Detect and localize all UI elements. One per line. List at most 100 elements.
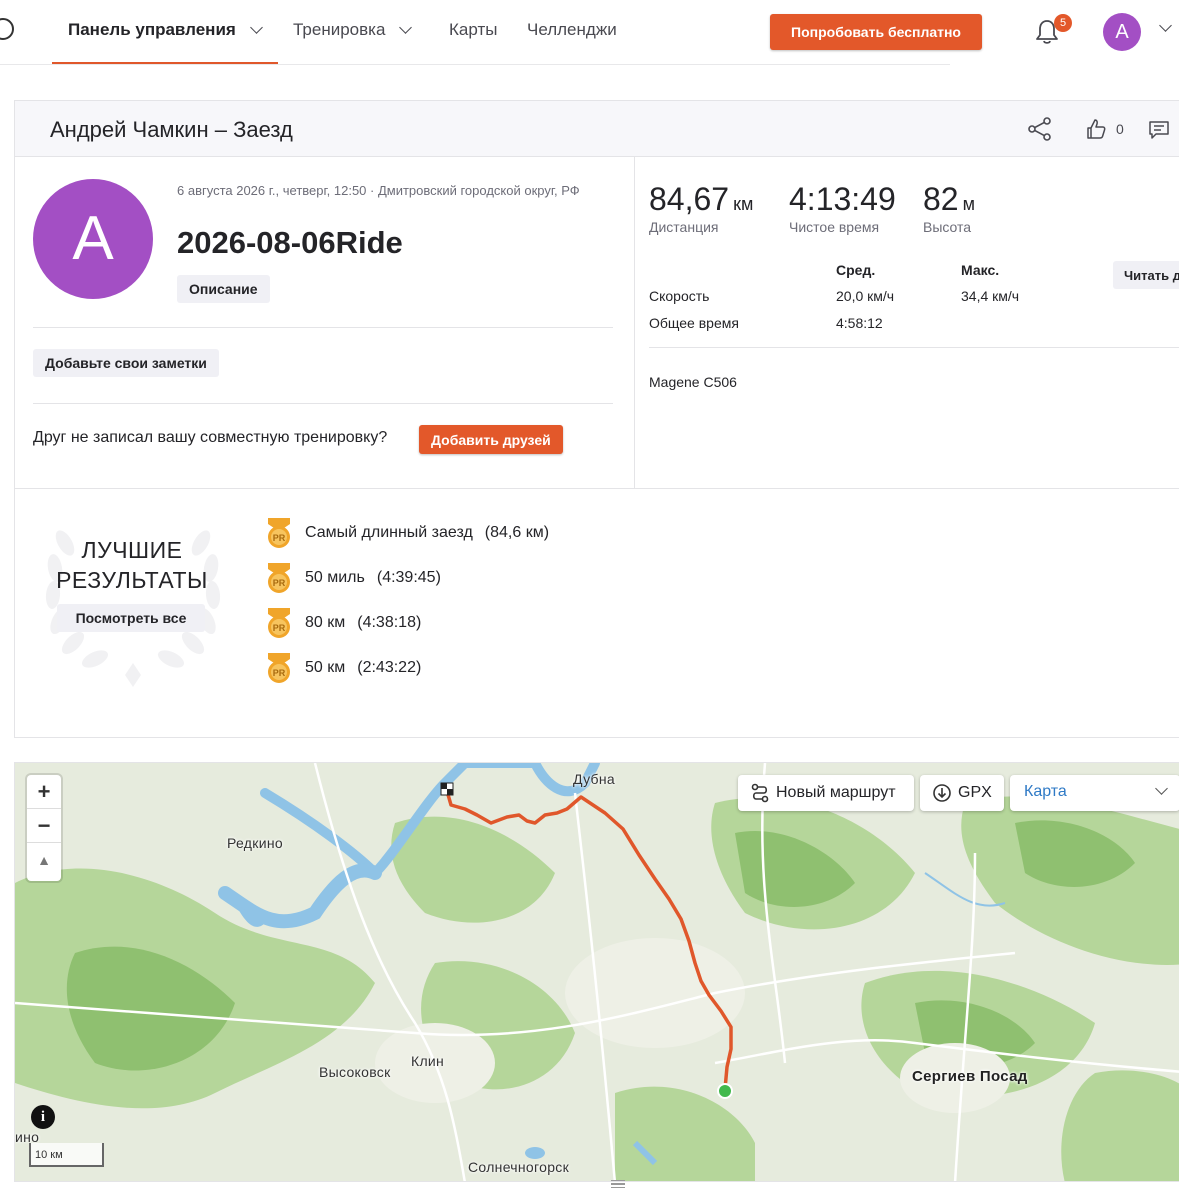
elapsed-time-label: Общее время [649,315,739,331]
route-map[interactable]: + − ▲ Новый маршрут GPX Карта Дубна Редк… [14,762,1179,1182]
new-route-label: Новый маршрут [776,784,896,801]
page-title: Андрей Чамкин – Заезд [50,117,293,142]
speed-max: 34,4 км/ч [961,288,1020,304]
pr-item[interactable]: PR 80 км (4:38:18) [265,607,421,639]
pr-medal-icon: PR [268,563,290,593]
comment-icon[interactable] [1148,120,1170,140]
chevron-down-icon [399,21,413,34]
nav-maps[interactable]: Карты [449,20,497,40]
pr-value: (4:39:45) [376,569,441,586]
zoom-out-button[interactable]: − [27,809,61,843]
moving-time-value: 4:13:49 [789,181,896,217]
place-label: Дубна [573,771,615,787]
top-navigation: Панель управления Тренировка Карты Челле… [0,0,1179,66]
pr-name: 80 км [305,614,346,631]
friend-prompt: Друг не записал вашу совместную трениров… [33,429,388,446]
map-type-value: Карта [1024,783,1067,800]
map-scale: 10 км [29,1143,104,1167]
place-label: Солнечногорск [468,1159,570,1175]
device-name: Magene C506 [649,374,737,390]
finish-flag-icon [440,782,454,796]
kudos-count: 0 [1116,121,1124,137]
moving-time-label: Чистое время [789,219,880,235]
pr-medal-icon: PR [268,608,290,638]
gpx-button[interactable]: GPX [920,775,1004,811]
zoom-in-button[interactable]: + [27,775,61,809]
chevron-down-icon[interactable] [1159,19,1172,32]
pr-name: 50 миль [305,569,365,586]
svg-text:PR: PR [273,578,286,588]
nav-training-label: Тренировка [293,20,386,39]
info-icon[interactable]: i [31,1105,55,1129]
try-free-button[interactable]: Попробовать бесплатно [770,14,982,50]
distance-value: 84,67 км [649,181,754,217]
route-icon [751,783,769,803]
thumbs-up-icon[interactable] [1085,118,1107,140]
speed-avg: 20,0 км/ч [836,288,895,304]
best-results-title: ЛУЧШИЕ РЕЗУЛЬТАТЫ [56,537,208,593]
activity-card: Андрей Чамкин – Заезд 0 A 6 августа 2026… [14,100,1179,738]
nav-dashboard[interactable]: Панель управления [68,20,263,40]
pr-item[interactable]: PR Самый длинный заезд (84,6 км) [265,517,549,549]
pr-medal-icon: PR [268,518,290,548]
activity-date-location: 6 августа 2026 г., четверг, 12:50 · Дмит… [177,183,580,198]
compass-icon[interactable]: ▲ [27,843,61,877]
activity-name: 2026-08-06Ride [177,225,403,260]
nav-divider [0,64,950,65]
pr-value: (2:43:22) [357,659,422,676]
avatar[interactable]: A [1103,13,1141,51]
chevron-down-icon [249,21,263,34]
distance-label: Дистанция [649,219,719,235]
pr-value: (4:38:18) [357,614,422,631]
elapsed-time-avg: 4:58:12 [836,315,883,331]
notification-badge: 5 [1054,14,1072,32]
pr-name: 50 км [305,659,346,676]
nav-challenges-label: Челленджи [527,20,617,39]
speed-label: Скорость [649,288,710,304]
start-marker [717,1083,733,1099]
place-label: Редкино [227,835,283,851]
activity-summary: A 6 августа 2026 г., четверг, 12:50 · Дм… [15,157,635,488]
athlete-avatar[interactable]: A [33,179,153,299]
svg-text:PR: PR [273,533,286,543]
svg-text:PR: PR [273,623,286,633]
resize-handle[interactable] [611,1180,625,1188]
add-friends-button[interactable]: Добавить друзей [419,425,563,454]
elevation-label: Высота [923,219,972,235]
pr-value: (84,6 км) [484,524,550,541]
svg-text:PR: PR [273,668,286,678]
pr-item[interactable]: PR 50 км (2:43:22) [265,652,421,684]
place-label: Клин [411,1053,445,1069]
divider [649,347,1179,348]
divider [33,327,613,328]
chevron-down-icon [1155,782,1168,795]
nav-training[interactable]: Тренировка [293,20,413,40]
add-notes-button[interactable]: Добавьте свои заметки [33,349,219,377]
best-results-section: ЛУЧШИЕ РЕЗУЛЬТАТЫ Посмотреть все PR Самы… [15,488,1179,739]
zoom-control: + − ▲ [27,775,61,881]
nav-challenges[interactable]: Челленджи [527,20,617,40]
search-icon[interactable] [0,18,14,40]
map-canvas[interactable] [15,763,1179,1182]
share-icon[interactable] [1027,116,1053,142]
elevation-value: 82 м [923,181,975,217]
place-label: Сергиев Посад [912,1068,1028,1085]
download-icon [933,784,951,802]
map-type-select[interactable]: Карта [1010,775,1179,811]
pr-item[interactable]: PR 50 миль (4:39:45) [265,562,441,594]
column-header-max: Макс. [961,262,1000,278]
activity-stats: 84,67 км Дистанция 4:13:49 Чистое время 8… [636,157,1179,488]
pr-medal-icon: PR [268,653,290,683]
divider [33,403,613,404]
pr-name: Самый длинный заезд [305,524,473,541]
see-all-button[interactable]: Посмотреть все [57,604,205,632]
description-button[interactable]: Описание [177,275,270,303]
nav-maps-label: Карты [449,20,498,39]
gpx-label: GPX [958,784,992,801]
column-header-avg: Сред. [836,262,876,278]
new-route-button[interactable]: Новый маршрут [738,775,914,811]
nav-dashboard-label: Панель управления [68,20,236,39]
read-more-button[interactable]: Читать д [1113,261,1179,289]
place-label: Высоковск [319,1064,391,1080]
activity-header: Андрей Чамкин – Заезд 0 [15,101,1179,157]
